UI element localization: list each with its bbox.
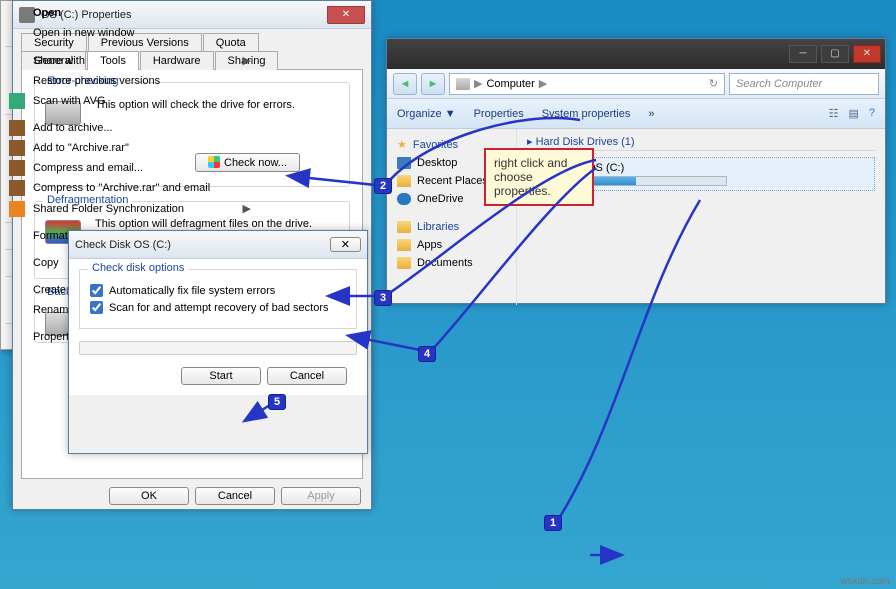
- minimize-button[interactable]: ─: [789, 45, 817, 63]
- cancel-button[interactable]: Cancel: [195, 487, 275, 505]
- progress-bar: [79, 341, 357, 355]
- command-bar: Organize ▼ Properties System properties …: [387, 99, 885, 129]
- check-disk-dialog: Check Disk OS (C:) ✕ Check disk options …: [68, 230, 368, 454]
- ctx-add-archive[interactable]: Add to archive...: [3, 118, 261, 138]
- check-disk-close-button[interactable]: ✕: [330, 237, 361, 252]
- avg-icon: [9, 93, 25, 109]
- star-icon: ★: [397, 138, 407, 151]
- rar-icon: [9, 140, 25, 156]
- explorer-close-button[interactable]: ✕: [853, 45, 881, 63]
- ctx-open[interactable]: Open: [3, 3, 261, 23]
- ctx-compress-email[interactable]: Compress and email...: [3, 158, 261, 178]
- step-2: 2: [374, 178, 392, 194]
- help-icon[interactable]: ?: [869, 107, 875, 120]
- search-input[interactable]: Search Computer: [729, 73, 879, 95]
- forward-button[interactable]: ►: [421, 73, 445, 95]
- rar-icon: [9, 180, 25, 196]
- step-3: 3: [374, 290, 392, 306]
- ctx-compress-rar-email[interactable]: Compress to "Archive.rar" and email: [3, 178, 261, 198]
- desktop-icon: [397, 157, 411, 169]
- ctx-sync[interactable]: Shared Folder Synchronization▶: [3, 198, 261, 219]
- scan-recovery-checkbox-row[interactable]: Scan for and attempt recovery of bad sec…: [90, 301, 346, 314]
- libraries-icon: [397, 221, 411, 233]
- close-button[interactable]: ✕: [327, 6, 365, 24]
- dialog-buttons: OK Cancel Apply: [13, 487, 371, 505]
- ctx-open-new[interactable]: Open in new window: [3, 23, 261, 43]
- sidebar-documents[interactable]: Documents: [391, 254, 512, 272]
- cloud-icon: [397, 193, 411, 205]
- address-bar[interactable]: ▶ Computer ▶ ↻: [449, 73, 725, 95]
- ctx-scan-avg[interactable]: Scan with AVG: [3, 91, 261, 111]
- step-1: 1: [544, 515, 562, 531]
- check-disk-title: Check Disk OS (C:): [75, 239, 330, 251]
- ctx-add-archive-rar[interactable]: Add to "Archive.rar": [3, 138, 261, 158]
- check-disk-cancel-button[interactable]: Cancel: [267, 367, 347, 385]
- step-4: 4: [418, 346, 436, 362]
- preview-pane-icon[interactable]: ▤: [848, 107, 858, 120]
- rar-icon: [9, 160, 25, 176]
- sync-icon: [9, 201, 25, 217]
- view-icon[interactable]: ☷: [829, 107, 839, 120]
- documents-icon: [397, 257, 411, 269]
- maximize-button[interactable]: ▢: [821, 45, 849, 63]
- explorer-navbar: ◄ ► ▶ Computer ▶ ↻ Search Computer: [387, 69, 885, 99]
- drive-label: OS (C:): [587, 162, 727, 174]
- ctx-restore[interactable]: Restore previous versions: [3, 71, 261, 91]
- check-disk-body: Check disk options Automatically fix fil…: [69, 259, 367, 395]
- check-disk-titlebar: Check Disk OS (C:) ✕: [69, 231, 367, 259]
- sidebar-apps[interactable]: Apps: [391, 236, 512, 254]
- system-properties-cmd[interactable]: System properties: [542, 108, 631, 120]
- explorer-body: ★Favorites Desktop Recent Places OneDriv…: [387, 129, 885, 305]
- start-button[interactable]: Start: [181, 367, 261, 385]
- apps-icon: [397, 239, 411, 251]
- explorer-window: ─ ▢ ✕ ◄ ► ▶ Computer ▶ ↻ Search Computer…: [386, 38, 886, 304]
- sidebar-libraries[interactable]: Libraries: [391, 218, 512, 236]
- computer-icon: [456, 78, 470, 90]
- credit-text: wsxdn.com: [840, 576, 890, 587]
- properties-cmd[interactable]: Properties: [474, 108, 524, 120]
- apply-button[interactable]: Apply: [281, 487, 361, 505]
- scan-recovery-checkbox[interactable]: [90, 301, 103, 314]
- back-button[interactable]: ◄: [393, 73, 417, 95]
- check-disk-options-title: Check disk options: [88, 262, 188, 274]
- explorer-chrome: ─ ▢ ✕: [387, 39, 885, 69]
- step-5: 5: [268, 394, 286, 410]
- check-disk-options-group: Check disk options Automatically fix fil…: [79, 269, 357, 329]
- recent-icon: [397, 175, 411, 187]
- organize-menu[interactable]: Organize ▼: [397, 108, 456, 120]
- annotation-tooltip: right click and choose properties.: [484, 148, 594, 206]
- auto-fix-label: Automatically fix file system errors: [109, 285, 275, 297]
- refresh-icon[interactable]: ↻: [709, 77, 718, 90]
- tab-tools[interactable]: Tools: [87, 51, 139, 70]
- ok-button[interactable]: OK: [109, 487, 189, 505]
- check-disk-buttons: Start Cancel: [79, 367, 357, 385]
- rar-icon: [9, 120, 25, 136]
- drive-usage-bar: [587, 176, 727, 186]
- more-cmd[interactable]: »: [648, 108, 654, 120]
- auto-fix-checkbox[interactable]: [90, 284, 103, 297]
- scan-recovery-label: Scan for and attempt recovery of bad sec…: [109, 302, 329, 314]
- breadcrumb[interactable]: Computer: [486, 78, 534, 90]
- auto-fix-checkbox-row[interactable]: Automatically fix file system errors: [90, 284, 346, 297]
